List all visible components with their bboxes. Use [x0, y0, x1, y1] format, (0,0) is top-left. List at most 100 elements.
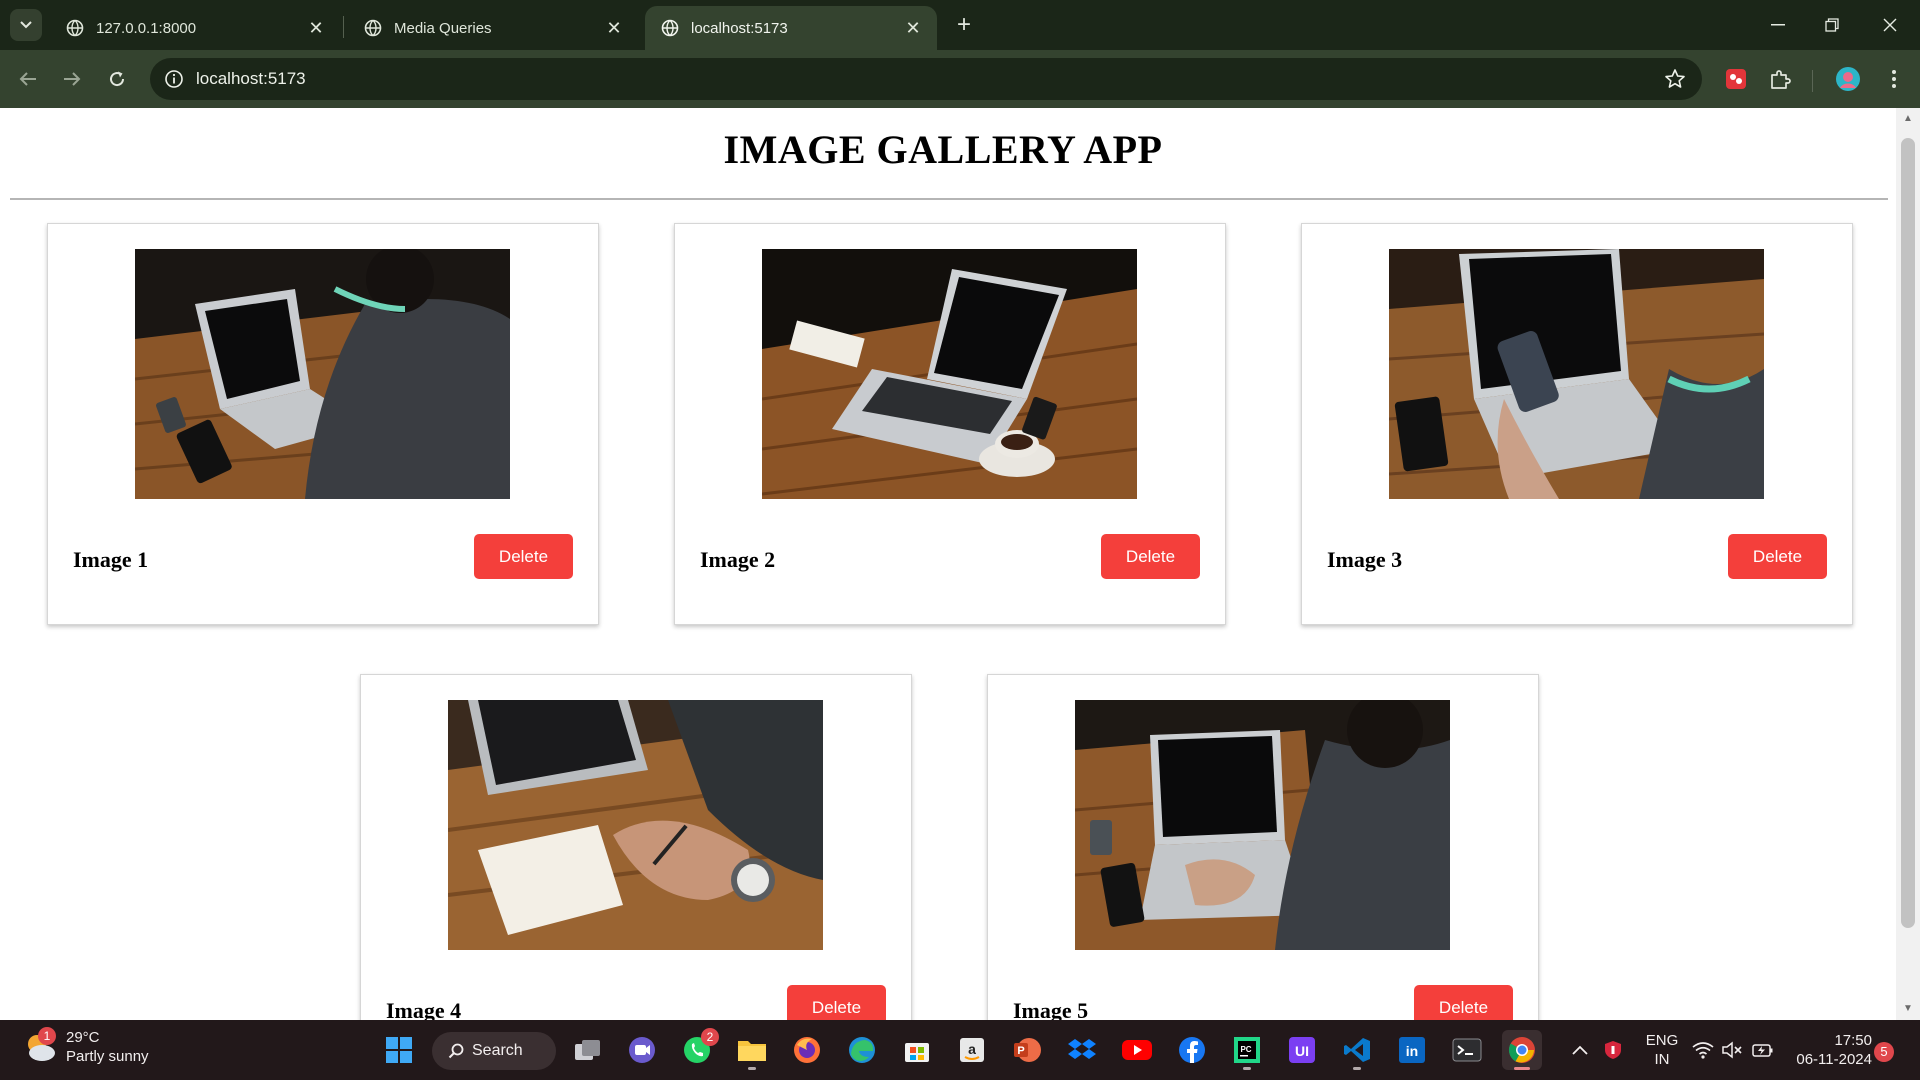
scroll-up-icon[interactable]: ▲: [1903, 114, 1913, 124]
taskbar-app-file-explorer[interactable]: [732, 1030, 772, 1070]
taskbar-app-meet[interactable]: [622, 1030, 662, 1070]
avatar: [1836, 67, 1860, 91]
folder-icon: [738, 1041, 766, 1061]
wifi-icon: [1692, 1042, 1714, 1059]
volume-muted-icon: [1722, 1041, 1742, 1059]
delete-button[interactable]: Delete: [1414, 985, 1513, 1020]
tab-localhost-5173[interactable]: localhost:5173 ✕: [645, 6, 937, 50]
show-hidden-icons[interactable]: [1572, 1020, 1588, 1080]
close-tab-icon[interactable]: ✕: [306, 18, 326, 39]
facebook-icon: [1179, 1037, 1205, 1063]
reload-button[interactable]: [101, 63, 133, 95]
image-label: Image 4: [386, 998, 462, 1020]
taskbar-app-store[interactable]: [897, 1030, 937, 1070]
tab-media-queries[interactable]: Media Queries ✕: [348, 6, 638, 50]
language-line-1: ENG: [1645, 1032, 1679, 1049]
scroll-down-icon[interactable]: ▼: [1903, 1004, 1913, 1014]
taskbar-app-amazon[interactable]: a: [952, 1030, 992, 1070]
taskbar-app-dropbox[interactable]: [1062, 1030, 1102, 1070]
network-tray[interactable]: [1692, 1020, 1714, 1080]
tab-title: Media Queries: [394, 19, 492, 37]
delete-button[interactable]: Delete: [474, 534, 573, 579]
store-icon: [905, 1043, 929, 1062]
globe-icon: [66, 19, 84, 37]
delete-button[interactable]: Delete: [1101, 534, 1200, 579]
address-text[interactable]: localhost:5173: [196, 69, 306, 89]
terminal-icon: [1452, 1038, 1482, 1062]
task-view-icon: [575, 1040, 600, 1060]
taskbar-app-chrome[interactable]: [1502, 1030, 1542, 1070]
chrome-icon: [1508, 1037, 1535, 1063]
chrome-menu-button[interactable]: [1880, 65, 1908, 93]
new-tab-button[interactable]: +: [950, 12, 978, 40]
taskbar-app-facebook[interactable]: [1172, 1030, 1212, 1070]
close-icon: [1883, 18, 1897, 32]
weather-badge: 1: [38, 1027, 56, 1045]
shield-icon: [1605, 1041, 1621, 1059]
taskbar-app-ui-tool[interactable]: UI: [1282, 1030, 1322, 1070]
clock[interactable]: 17:50 06-11-2024: [1786, 1020, 1872, 1080]
address-bar[interactable]: localhost:5173: [150, 58, 1702, 100]
notification-badge[interactable]: 5: [1874, 1042, 1894, 1062]
running-indicator: [1243, 1067, 1251, 1070]
minimize-button[interactable]: [1756, 8, 1800, 42]
tab-search-button[interactable]: [10, 9, 42, 41]
battery-charging-icon: [1752, 1044, 1773, 1057]
taskbar-app-vscode[interactable]: [1337, 1030, 1377, 1070]
weather-widget[interactable]: 1 29°C Partly sunny: [22, 1027, 149, 1066]
taskbar-search[interactable]: Search: [432, 1032, 556, 1070]
taskbar-app-firefox[interactable]: [787, 1030, 827, 1070]
tab-127-0-0-1[interactable]: 127.0.0.1:8000 ✕: [50, 6, 340, 50]
language-line-2: IN: [1654, 1051, 1670, 1068]
svg-text:in: in: [1406, 1043, 1418, 1059]
battery-tray[interactable]: [1752, 1020, 1774, 1080]
linkedin-icon: in: [1399, 1037, 1425, 1063]
reload-icon: [110, 71, 125, 87]
site-info-icon[interactable]: [164, 69, 184, 89]
page-scrollbar[interactable]: ▲ ▼: [1896, 108, 1920, 1020]
taskbar-app-linkedin[interactable]: in: [1392, 1030, 1432, 1070]
extension-icon[interactable]: [1722, 65, 1750, 93]
tab-separator: [343, 16, 344, 38]
profile-button[interactable]: [1834, 65, 1862, 93]
weather-temp: 29°C: [66, 1029, 100, 1046]
language-indicator[interactable]: ENG IN: [1640, 1020, 1684, 1080]
taskbar-app-youtube[interactable]: [1117, 1030, 1157, 1070]
tab-title: localhost:5173: [691, 19, 788, 37]
globe-icon: [661, 19, 679, 37]
scrollbar-thumb[interactable]: [1901, 138, 1915, 928]
taskbar-app-pycharm[interactable]: PC: [1227, 1030, 1267, 1070]
close-window-button[interactable]: [1868, 8, 1912, 42]
volume-tray[interactable]: [1722, 1020, 1744, 1080]
close-tab-icon[interactable]: ✕: [604, 18, 624, 39]
delete-button[interactable]: Delete: [1728, 534, 1827, 579]
start-button[interactable]: [379, 1030, 419, 1070]
extensions-button[interactable]: [1766, 65, 1794, 93]
title-divider: [10, 198, 1888, 200]
back-button[interactable]: [12, 63, 44, 95]
browser-tab-strip: 127.0.0.1:8000 ✕ Media Queries ✕ localho…: [0, 0, 1920, 50]
firefox-icon: [794, 1037, 820, 1063]
gallery-card: Image 5 Delete: [987, 674, 1539, 1020]
edge-icon: [849, 1037, 875, 1063]
taskbar-app-edge[interactable]: [842, 1030, 882, 1070]
gallery-card: Image 1 Delete: [47, 223, 599, 625]
forward-arrow-icon: [64, 72, 81, 86]
delete-button[interactable]: Delete: [787, 985, 886, 1020]
taskbar-app-powerpoint[interactable]: P: [1007, 1030, 1047, 1070]
pycharm-icon: PC: [1234, 1037, 1260, 1063]
red-extension-icon: [1726, 69, 1746, 89]
partly-sunny-icon: 1: [22, 1027, 60, 1066]
forward-button[interactable]: [56, 63, 88, 95]
close-tab-icon[interactable]: ✕: [903, 18, 923, 39]
restore-button[interactable]: [1810, 8, 1854, 42]
chevron-up-icon: [1572, 1045, 1588, 1055]
taskbar-app-terminal[interactable]: [1447, 1030, 1487, 1070]
taskbar-app-whatsapp[interactable]: 2: [677, 1028, 719, 1070]
security-tray-icon[interactable]: [1604, 1020, 1622, 1080]
task-view-button[interactable]: [568, 1030, 608, 1070]
svg-text:a: a: [968, 1041, 976, 1057]
image-label: Image 5: [1013, 998, 1089, 1020]
gallery-image: [448, 700, 823, 950]
bookmark-star-icon[interactable]: [1664, 68, 1686, 90]
